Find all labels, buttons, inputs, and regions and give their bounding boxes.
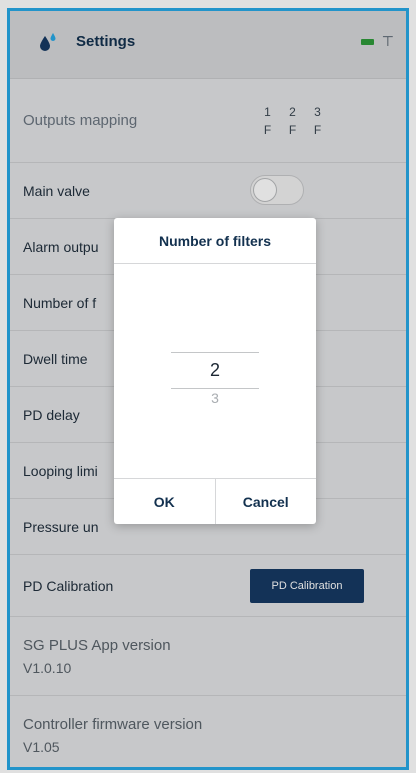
cancel-button[interactable]: Cancel: [216, 479, 317, 524]
number-of-filters-dialog: Number of filters 2 3 OK Cancel: [114, 218, 316, 524]
number-picker[interactable]: 2 3: [114, 338, 316, 438]
picker-next-value[interactable]: 3: [114, 390, 316, 406]
dialog-buttons: OK Cancel: [114, 478, 316, 524]
picker-divider-top: [171, 352, 259, 353]
dialog-title: Number of filters: [114, 218, 316, 264]
picker-divider-bottom: [171, 388, 259, 389]
picker-selected-value[interactable]: 2: [114, 360, 316, 381]
ok-button[interactable]: OK: [114, 479, 215, 524]
